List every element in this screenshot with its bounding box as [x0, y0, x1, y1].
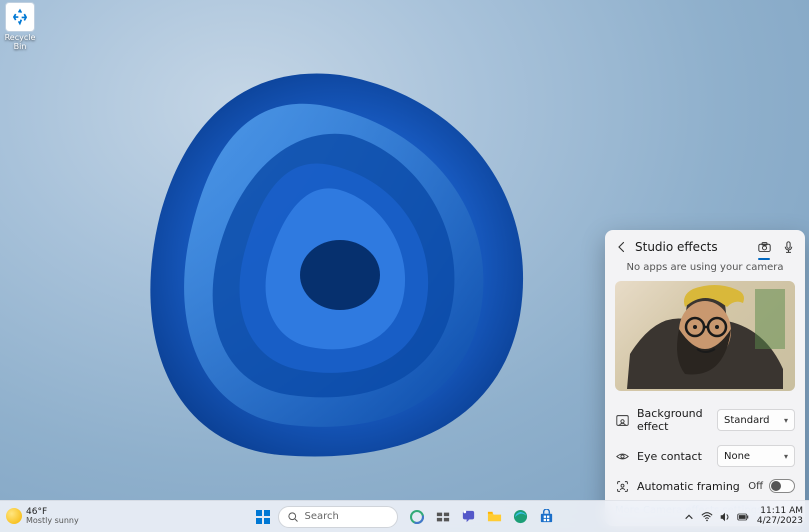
- background-effect-dropdown[interactable]: Standard ▾: [717, 409, 795, 431]
- search-icon: [287, 511, 299, 523]
- taskbar-icon-chat[interactable]: [458, 506, 480, 528]
- eye-contact-label: Eye contact: [637, 450, 709, 463]
- taskbar: 46°F Mostly sunny Search: [0, 500, 809, 532]
- weather-widget[interactable]: 46°F Mostly sunny: [6, 508, 79, 526]
- tray-overflow-icon[interactable]: [683, 511, 695, 523]
- taskbar-icon-explorer[interactable]: [484, 506, 506, 528]
- studio-effects-flyout: Studio effects No apps are using your ca…: [605, 230, 805, 526]
- automatic-framing-toggle[interactable]: [769, 479, 795, 493]
- tray-battery-icon[interactable]: [737, 511, 749, 523]
- automatic-framing-row: Automatic framing Off: [615, 473, 795, 499]
- taskbar-icon-taskview[interactable]: [432, 506, 454, 528]
- desktop: Recycle Bin Studio effects No apps are u…: [0, 0, 809, 532]
- microphone-tab[interactable]: [781, 240, 795, 254]
- automatic-framing-icon: [615, 479, 629, 493]
- tray-wifi-icon[interactable]: [701, 511, 713, 523]
- weather-condition: Mostly sunny: [26, 517, 79, 525]
- search-placeholder: Search: [305, 511, 339, 522]
- wallpaper-bloom: [60, 40, 620, 510]
- start-button[interactable]: [252, 506, 274, 528]
- background-effect-icon: [615, 413, 629, 427]
- automatic-framing-label: Automatic framing: [637, 480, 740, 493]
- tray-volume-icon[interactable]: [719, 511, 731, 523]
- automatic-framing-state: Off: [748, 481, 763, 492]
- taskbar-icon-copilot[interactable]: [406, 506, 428, 528]
- recycle-bin-label: Recycle Bin: [2, 34, 38, 52]
- back-button[interactable]: [615, 240, 629, 254]
- search-input[interactable]: Search: [278, 506, 398, 528]
- flyout-title: Studio effects: [635, 240, 751, 254]
- recycle-bin-desktop-icon[interactable]: Recycle Bin: [2, 2, 38, 52]
- camera-tab[interactable]: [757, 240, 771, 254]
- taskbar-clock[interactable]: 11:11 AM 4/27/2023: [757, 507, 803, 527]
- taskbar-icon-edge[interactable]: [510, 506, 532, 528]
- background-effect-label: Background effect: [637, 407, 709, 433]
- chevron-down-icon: ▾: [784, 452, 788, 461]
- background-effect-row: Background effect Standard ▾: [615, 401, 795, 439]
- chevron-down-icon: ▾: [784, 416, 788, 425]
- camera-preview: [615, 281, 795, 391]
- eye-contact-dropdown[interactable]: None ▾: [717, 445, 795, 467]
- eye-contact-icon: [615, 449, 629, 463]
- eye-contact-value: None: [724, 451, 784, 462]
- weather-icon: [6, 508, 22, 524]
- clock-date: 4/27/2023: [757, 517, 803, 527]
- taskbar-icon-store[interactable]: [536, 506, 558, 528]
- flyout-subtitle: No apps are using your camera: [615, 260, 795, 281]
- eye-contact-row: Eye contact None ▾: [615, 439, 795, 473]
- background-effect-value: Standard: [724, 415, 784, 426]
- recycle-bin-icon: [5, 2, 35, 32]
- flyout-header: Studio effects: [615, 238, 795, 260]
